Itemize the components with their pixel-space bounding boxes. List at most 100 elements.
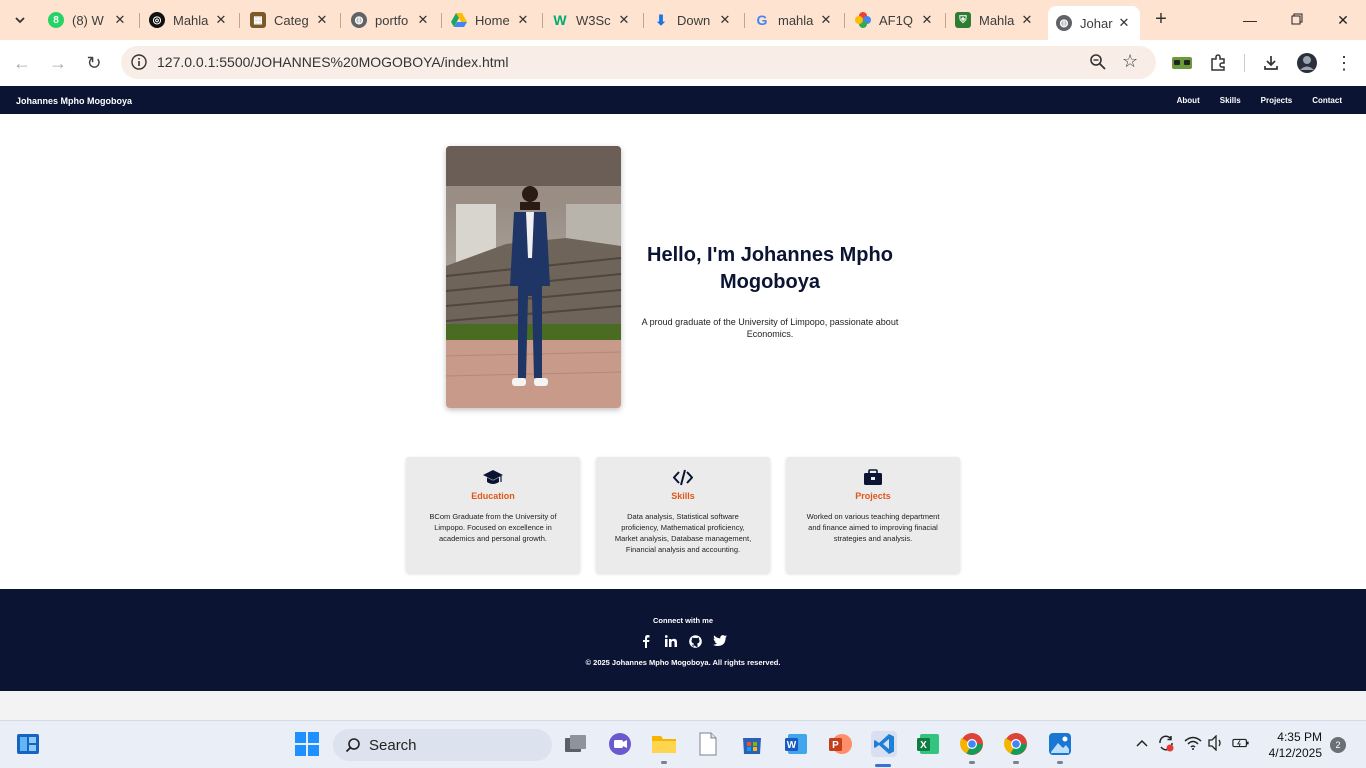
close-icon[interactable]: ✕ bbox=[616, 12, 632, 28]
tab-title: Down bbox=[677, 12, 711, 28]
bookmark-star-icon[interactable]: ☆ bbox=[1122, 51, 1138, 72]
browser-tab[interactable]: W W3Sc ✕ bbox=[544, 6, 640, 34]
close-icon[interactable]: ✕ bbox=[919, 12, 935, 28]
url-text[interactable]: 127.0.0.1:5500/JOHANNES%20MOGOBOYA/index… bbox=[157, 54, 508, 70]
close-icon[interactable]: ✕ bbox=[213, 12, 229, 28]
powerpoint-icon[interactable]: P bbox=[827, 731, 853, 757]
w3schools-icon: W bbox=[553, 12, 567, 28]
close-icon[interactable]: ✕ bbox=[1019, 12, 1035, 28]
tab-title: Mahla bbox=[173, 12, 209, 28]
site-footer: Connect with me © 2025 Johannes Mpho Mog… bbox=[0, 589, 1366, 691]
close-icon[interactable]: ✕ bbox=[1116, 15, 1132, 31]
browser-tab[interactable]: Home ✕ bbox=[443, 6, 539, 34]
downloads-icon[interactable] bbox=[1260, 52, 1282, 74]
nav-link-contact[interactable]: Contact bbox=[1312, 96, 1342, 105]
file-explorer-icon[interactable] bbox=[651, 731, 677, 757]
close-window-button[interactable]: ✕ bbox=[1328, 8, 1358, 32]
close-icon[interactable]: ✕ bbox=[112, 12, 128, 28]
chrome-icon[interactable] bbox=[959, 731, 985, 757]
svg-text:X: X bbox=[920, 740, 927, 751]
profile-avatar[interactable] bbox=[1296, 52, 1318, 74]
close-icon[interactable]: ✕ bbox=[515, 12, 531, 28]
browser-tab[interactable]: ⬇ Down ✕ bbox=[645, 6, 741, 34]
footer-heading: Connect with me bbox=[652, 616, 713, 625]
new-tab-button[interactable]: + bbox=[1150, 8, 1172, 30]
briefcase-icon bbox=[864, 469, 882, 485]
site-brand[interactable]: Johannes Mpho Mogoboya bbox=[16, 96, 132, 106]
store-icon[interactable] bbox=[739, 731, 765, 757]
linkedin-icon[interactable] bbox=[664, 634, 678, 648]
toolbar-divider bbox=[1244, 54, 1245, 72]
chat-icon[interactable] bbox=[607, 731, 633, 757]
excel-icon[interactable]: X bbox=[915, 731, 941, 757]
browser-tab[interactable]: ◎ Mahla ✕ bbox=[141, 6, 237, 34]
tab-title: AF1Q bbox=[879, 12, 913, 28]
system-clock[interactable]: 4:35 PM 4/12/2025 bbox=[1262, 729, 1322, 761]
browser-tab-active[interactable]: ◍ Johar ✕ bbox=[1048, 6, 1140, 40]
more-menu-icon[interactable]: ⋮ bbox=[1333, 52, 1355, 74]
info-icon[interactable] bbox=[131, 54, 147, 70]
zoom-icon[interactable] bbox=[1089, 53, 1107, 71]
nav-link-skills[interactable]: Skills bbox=[1220, 96, 1241, 105]
facebook-icon[interactable] bbox=[639, 634, 653, 648]
tab-search-button[interactable] bbox=[7, 7, 33, 33]
card-text: BCom Graduate from the University of Lim… bbox=[429, 512, 557, 543]
browser-tab[interactable]: ◍ portfo ✕ bbox=[343, 6, 439, 34]
extensions-icon[interactable] bbox=[1207, 52, 1229, 74]
close-icon[interactable]: ✕ bbox=[818, 12, 834, 28]
back-button[interactable]: ← bbox=[11, 52, 33, 74]
social-links bbox=[639, 634, 727, 648]
browser-tab[interactable]: ▦ Categ ✕ bbox=[242, 6, 338, 34]
page-viewport: Johannes Mpho Mogoboya About Skills Proj… bbox=[0, 86, 1366, 720]
svg-text:P: P bbox=[832, 740, 839, 751]
running-indicator bbox=[969, 761, 975, 764]
chrome-profile-icon[interactable] bbox=[1003, 731, 1029, 757]
tab-separator bbox=[239, 13, 240, 28]
github-icon[interactable] bbox=[688, 634, 702, 648]
footer-copyright: © 2025 Johannes Mpho Mogoboya. All right… bbox=[585, 658, 781, 667]
show-hidden-icons[interactable] bbox=[1133, 734, 1151, 752]
close-icon[interactable]: ✕ bbox=[415, 12, 431, 28]
address-bar[interactable]: 127.0.0.1:5500/JOHANNES%20MOGOBOYA/index… bbox=[121, 46, 1156, 79]
photos-app-icon[interactable] bbox=[1047, 731, 1073, 757]
tab-separator bbox=[844, 13, 845, 28]
start-button[interactable] bbox=[294, 731, 320, 757]
download-icon: ⬇ bbox=[655, 11, 667, 28]
clock-date: 4/12/2025 bbox=[1268, 746, 1322, 760]
widgets-icon[interactable] bbox=[15, 731, 41, 757]
vscode-icon[interactable] bbox=[871, 731, 897, 757]
twitter-icon[interactable] bbox=[712, 634, 727, 648]
education-card: Education BCom Graduate from the Univers… bbox=[406, 457, 580, 573]
restore-button[interactable] bbox=[1282, 8, 1312, 32]
clock-time: 4:35 PM bbox=[1277, 730, 1322, 744]
battery-icon[interactable] bbox=[1232, 734, 1250, 752]
close-icon[interactable]: ✕ bbox=[717, 12, 733, 28]
nav-link-about[interactable]: About bbox=[1177, 96, 1200, 105]
sync-icon[interactable] bbox=[1157, 734, 1175, 752]
wifi-icon[interactable] bbox=[1184, 734, 1202, 752]
notification-badge[interactable]: 2 bbox=[1330, 737, 1346, 753]
task-view-icon[interactable] bbox=[563, 731, 589, 757]
card-title: Education bbox=[471, 491, 515, 501]
nav-link-projects[interactable]: Projects bbox=[1261, 96, 1293, 105]
graduation-cap-icon bbox=[483, 470, 503, 484]
running-indicator bbox=[1057, 761, 1063, 764]
reload-button[interactable]: ↻ bbox=[83, 52, 105, 74]
word-icon[interactable]: W bbox=[783, 731, 809, 757]
running-indicator bbox=[1013, 761, 1019, 764]
forward-button[interactable]: → bbox=[47, 52, 69, 74]
browser-tab[interactable]: G mahla ✕ bbox=[746, 6, 842, 34]
tab-separator bbox=[340, 13, 341, 28]
taskbar-search-box[interactable]: Search bbox=[333, 729, 552, 761]
browser-tab[interactable]: ⛨ Mahla ✕ bbox=[947, 6, 1043, 34]
notepad-icon[interactable] bbox=[695, 731, 721, 757]
minimize-button[interactable]: — bbox=[1235, 8, 1265, 32]
tab-title: Home bbox=[475, 12, 510, 28]
glasses-extension-icon[interactable] bbox=[1171, 52, 1193, 74]
tab-separator bbox=[139, 13, 140, 28]
browser-tab[interactable]: AF1Q ✕ bbox=[847, 6, 943, 34]
search-label: Search bbox=[369, 737, 417, 754]
browser-tab[interactable]: 8 (8) W ✕ bbox=[40, 6, 136, 34]
volume-icon[interactable] bbox=[1207, 734, 1225, 752]
close-icon[interactable]: ✕ bbox=[314, 12, 330, 28]
